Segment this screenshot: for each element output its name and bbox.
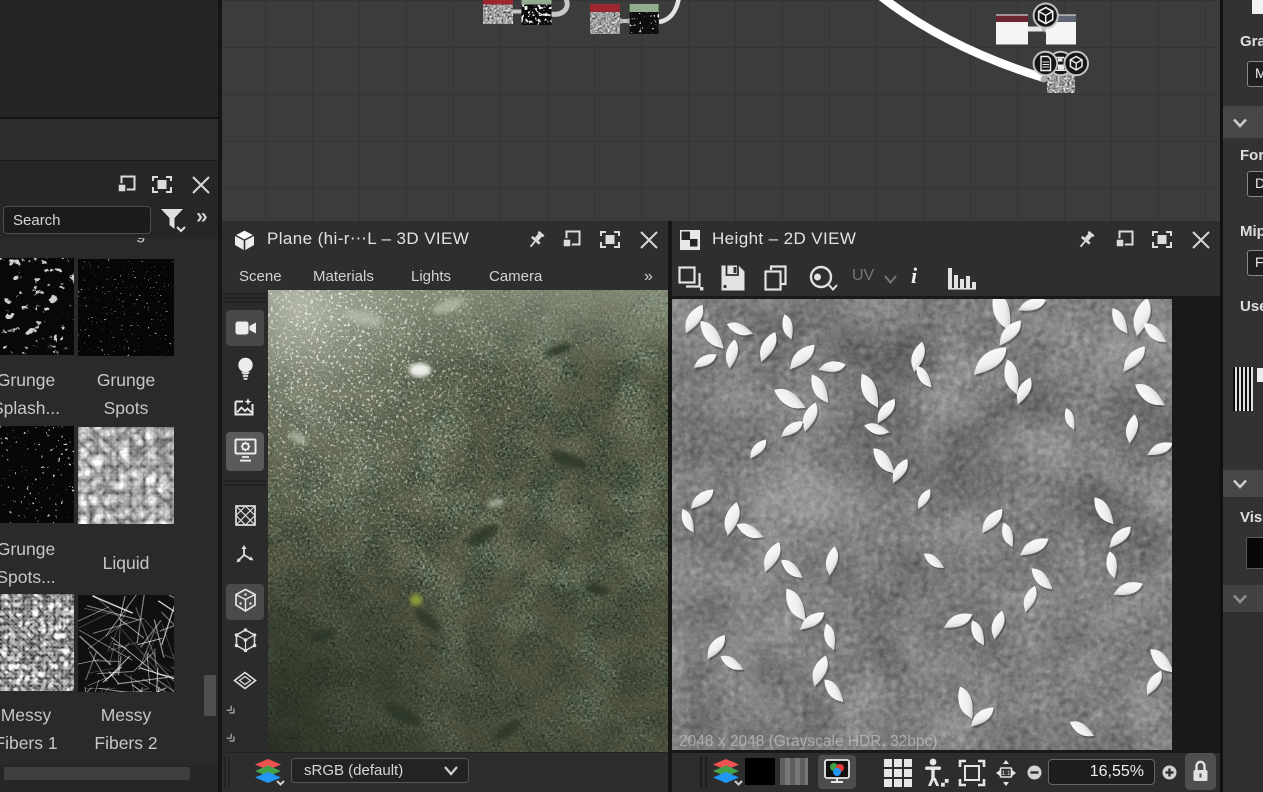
svg-text:2048 x 2048 (Grayscale HDR, 32: 2048 x 2048 (Grayscale HDR, 32bpc): [679, 733, 937, 750]
svg-text:1:1: 1:1: [1001, 770, 1010, 777]
